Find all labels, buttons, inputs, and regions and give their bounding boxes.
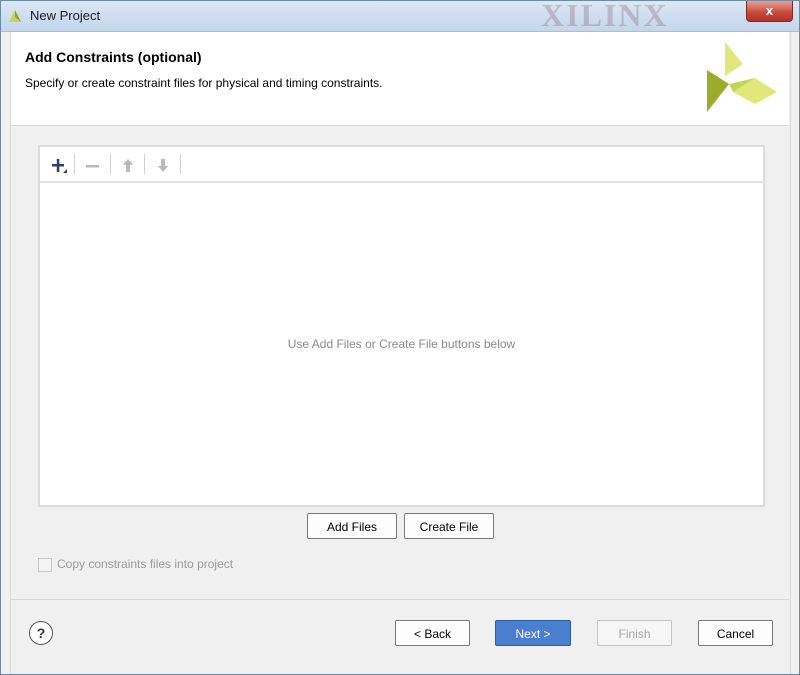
add-file-button[interactable] bbox=[46, 153, 72, 177]
close-button[interactable]: x bbox=[746, 1, 793, 22]
help-button[interactable]: ? bbox=[29, 621, 53, 645]
wizard-header: Add Constraints (optional) Specify or cr… bbox=[11, 32, 789, 126]
toolbar-separator bbox=[180, 154, 181, 174]
next-button[interactable]: Next > bbox=[495, 620, 571, 646]
right-border bbox=[790, 32, 799, 674]
back-button[interactable]: < Back bbox=[395, 620, 470, 646]
page-title: Add Constraints (optional) bbox=[25, 49, 202, 65]
finish-button[interactable]: Finish bbox=[597, 620, 672, 646]
cancel-button[interactable]: Cancel bbox=[698, 620, 773, 646]
create-file-button[interactable]: Create File bbox=[404, 513, 494, 539]
plus-icon bbox=[52, 159, 67, 173]
footer-divider bbox=[11, 599, 789, 600]
toolbar-separator bbox=[110, 154, 111, 174]
vivado-app-icon bbox=[9, 10, 21, 22]
add-files-button[interactable]: Add Files bbox=[307, 513, 397, 539]
window-title: New Project bbox=[30, 8, 101, 23]
copy-constraints-label: Copy constraints files into project bbox=[57, 557, 234, 571]
new-project-window: New Project XILINX x Add Constraints (op… bbox=[0, 0, 800, 675]
copy-constraints-checkbox[interactable] bbox=[38, 557, 52, 572]
empty-list-message: Use Add Files or Create File buttons bel… bbox=[287, 337, 516, 351]
toolbar-separator bbox=[144, 154, 145, 174]
toolbar-separator bbox=[74, 154, 75, 174]
arrow-up-icon bbox=[123, 159, 133, 172]
minus-icon bbox=[86, 165, 99, 168]
xilinx-logo-icon bbox=[707, 42, 777, 112]
left-border bbox=[1, 32, 11, 674]
move-down-button[interactable] bbox=[150, 153, 176, 177]
xilinx-watermark: XILINX bbox=[541, 1, 669, 32]
title-bar[interactable]: New Project XILINX x bbox=[1, 1, 799, 32]
copy-constraints-option[interactable]: Copy constraints files into project bbox=[38, 557, 233, 572]
move-up-button[interactable] bbox=[115, 153, 141, 177]
arrow-down-icon bbox=[158, 159, 168, 172]
constraints-file-panel: Use Add Files or Create File buttons bel… bbox=[38, 145, 765, 507]
file-toolbar bbox=[40, 147, 763, 183]
remove-file-button[interactable] bbox=[80, 153, 106, 177]
page-subtitle: Specify or create constraint files for p… bbox=[25, 76, 383, 90]
